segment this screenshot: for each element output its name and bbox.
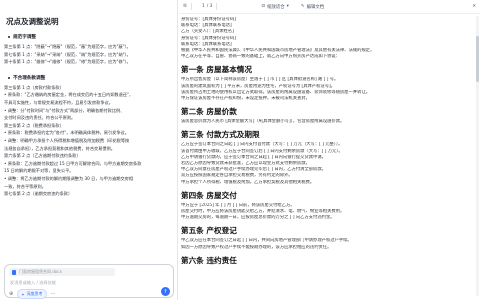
- composer-tools: ⊕ ✦ 深度思考 ⋯: [9, 289, 56, 299]
- deep-think-button[interactable]: ✦ 深度思考: [17, 289, 47, 299]
- viewer-toolbar: ☰ 1 / 3 ⊡ 缩放适合 ▾ ✎ 编辑文档 ✕: [179, 0, 480, 14]
- close-icon[interactable]: ✕: [472, 4, 476, 9]
- summary-line: 第十条第 1 点："维修"→"维修"（规范，"修"为规范字，应为"修"）。: [4, 59, 131, 65]
- summary-line: 第三条第 1 点（房款付款条款）: [4, 84, 64, 90]
- message-input[interactable]: 发消息或输入 / 选择技能: [10, 280, 56, 286]
- sparkle-icon: ✦: [21, 291, 25, 297]
- message-composer[interactable]: 门面房屋租赁合同.docx 发消息或输入 / 选择技能 ⊕ ✦ 深度思考 ⋯ ↑: [4, 264, 174, 299]
- summary-line: 第七条第 2 点（逾期交房违约条款）: [4, 191, 73, 197]
- summary-line: 支付时间及违约责任，符合公平原则。: [4, 115, 76, 121]
- summary-line: 第六条第 2 点（乙方逾期付款违约条款）: [4, 153, 81, 159]
- bullet-icon: [8, 36, 10, 38]
- attachment-name: 门面房屋租赁合同.docx: [19, 269, 62, 274]
- section-heading: 不合理条款调整: [8, 75, 173, 81]
- summary-line: 一致，符合平等原则。: [4, 183, 46, 189]
- scrollbar[interactable]: [476, 16, 479, 296]
- send-button[interactable]: ↑: [161, 287, 170, 296]
- doc-paragraph: 如因一方原因导致产权过户手续不能按期办理的，该方应承担相应的违约责任。: [181, 244, 332, 250]
- summary-line: 15 日的解约期限不对等，显失公平。: [4, 168, 74, 174]
- page-total: / 3: [206, 4, 213, 9]
- summary-line: 第七条第 1 点："采纳"→"采纳"（规范，"纳"为规范字，应为"纳"）。: [4, 51, 131, 57]
- zoom-dropdown[interactable]: ⊡ 缩放适合 ▾: [261, 4, 288, 10]
- summary-title: 况点及调整说明: [6, 17, 59, 26]
- page-indicator[interactable]: 1 / 3: [202, 4, 212, 9]
- send-icon: ↑: [163, 288, 168, 295]
- chevron-down-icon: ▾: [286, 4, 289, 9]
- doc-paragraph: 该房屋总价款为人民币 [具体金额大写]（¥[具体金额小写]），包含房屋附属设施价…: [181, 119, 345, 125]
- article-heading: 第三条 付款方式及期限: [181, 130, 260, 140]
- bullet-icon: [8, 76, 10, 79]
- zoom-label: 缩放适合: [267, 4, 285, 10]
- summary-line: • 原条款："乙方缴纳的房屋定金，将在成交后的十五日内如数退还"，: [4, 92, 134, 98]
- sidebar-toggle-icon[interactable]: ☰: [183, 4, 187, 9]
- edit-icon: ✎: [300, 4, 305, 9]
- article-heading: 第五条 产权登记: [181, 226, 237, 236]
- summary-line: • 原条款：税费承担约定为"各付"，未明确具体税种，易引发争议。: [4, 130, 129, 136]
- more-icon[interactable]: ⋯: [51, 291, 56, 297]
- doc-paragraph: 甲方逾期交房的，每逾期一日，应按房屋总价款的万分之 [ ] 向乙方支付违约金。: [181, 215, 335, 221]
- doc-paragraph: 甲方保证该房屋不存在产权纠纷，未设定抵押，未被司法机关查封。: [181, 96, 310, 102]
- article-heading: 第四条 房屋交付: [181, 190, 237, 200]
- document-viewer: ☰ 1 / 3 ⊡ 缩放适合 ▾ ✎ 编辑文档 ✕ 身份证号：[具体身份证号码]…: [179, 0, 480, 300]
- article-heading: 第二条 房屋价款: [181, 107, 237, 117]
- toolbar-divider: [190, 3, 192, 10]
- summary-line: 法规各自承担），乙方承担契税和其他税费，符合交易惯例。: [4, 145, 115, 151]
- summary-line: 不具可实施性，与常规交易流程不符，且易引发房款争议。: [4, 99, 113, 105]
- article-heading: 第一条 房屋基本情况: [181, 65, 252, 75]
- doc-paragraph: 甲乙双方在平等、自愿、协商一致的基础上，就乙方向甲方购买房产达成如下协议：: [181, 54, 340, 60]
- document-page: 身份证号：[具体身份证号码] 联系电话：[具体联系电话] 乙方（买受人）：[具体姓名…: [179, 14, 473, 300]
- edit-label: 编辑文档: [306, 4, 325, 10]
- summary-line: • 调整：分"付款时间"与"付款方式"两部分，明确各期付款比例、: [4, 107, 125, 113]
- deep-think-label: 深度思考: [26, 291, 43, 296]
- edit-document-button[interactable]: ✎ 编辑文档: [301, 4, 324, 10]
- page-current: 1: [201, 4, 205, 9]
- summary-line: • 调整：将乙方逾期付款的解约期限调整为 30 日，与甲方逾期交房相: [4, 175, 134, 181]
- section-heading-text: 不合理条款调整: [13, 75, 46, 81]
- summary-line: 第三条第 2 点（税费承担条款）: [4, 122, 64, 128]
- doc-paragraph: 甲方承担个人所得税、增值税及附加，乙方承担契税及其他相关税费。: [181, 179, 315, 185]
- document-icon: [12, 269, 16, 275]
- toolbar-divider: [216, 3, 218, 10]
- section-heading-text: 规范字调整: [13, 35, 36, 40]
- summary-content: 规范字调整第三条第 1 点："隐蔽"→"隐蔽"（规范，"蔽"为规范字，应为"蔽"…: [0, 34, 177, 198]
- attach-icon[interactable]: ⊕: [9, 291, 13, 297]
- article-heading: 第六条 违约责任: [181, 255, 237, 265]
- zoom-icon: ⊡: [261, 4, 266, 9]
- chat-panel: 况点及调整说明 规范字调整第三条第 1 点："隐蔽"→"隐蔽"（规范，"蔽"为规…: [0, 0, 178, 300]
- summary-line: • 原条款：乙方逾期付款超过 15 日甲方可解除合同，与甲方逾期交房条款: [4, 160, 142, 166]
- summary-line: • 调整：明确甲方承担个人所得税和增值税及附加税费（印花税等按: [4, 137, 130, 143]
- attachment-chip[interactable]: 门面房屋租赁合同.docx: [9, 268, 115, 276]
- section-heading: 规范字调整: [8, 34, 173, 40]
- summary-line: 第三条第 1 点："隐蔽"→"隐蔽"（规范，"蔽"为规范字，应为"蔽"）。: [4, 44, 131, 49]
- scrollbar-thumb[interactable]: [476, 36, 479, 82]
